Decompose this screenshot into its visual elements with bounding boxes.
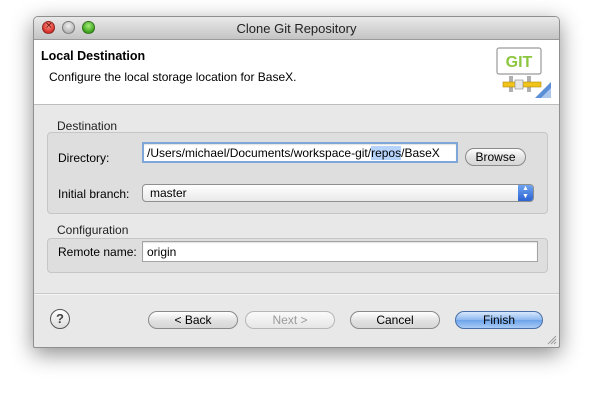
- directory-input[interactable]: /Users/michael/Documents/workspace-git/r…: [142, 142, 458, 163]
- back-button[interactable]: < Back: [148, 311, 238, 329]
- initial-branch-label: Initial branch:: [58, 187, 130, 201]
- clone-git-repository-dialog: × Clone Git Repository Local Destination…: [33, 16, 560, 348]
- directory-label: Directory:: [58, 151, 110, 165]
- git-badge-text: GIT: [506, 54, 533, 71]
- git-wizard-banner-icon: GIT: [496, 47, 551, 98]
- cancel-button[interactable]: Cancel: [350, 311, 440, 329]
- configuration-group-label: Configuration: [57, 223, 129, 237]
- directory-text-selection: repos: [371, 146, 402, 160]
- resize-grip-icon[interactable]: [547, 335, 557, 345]
- window-title: Clone Git Repository: [236, 21, 357, 36]
- destination-group-label: Destination: [57, 119, 118, 133]
- wizard-header: Local Destination Configure the local st…: [34, 40, 559, 105]
- remote-name-input[interactable]: origin: [142, 241, 538, 262]
- title-bar[interactable]: × Clone Git Repository: [34, 17, 559, 40]
- remote-name-label: Remote name:: [58, 245, 137, 259]
- directory-text-before: /Users/michael/Documents/workspace-git/: [147, 146, 372, 160]
- help-button[interactable]: ?: [50, 309, 70, 329]
- help-icon: ?: [56, 311, 64, 326]
- initial-branch-select[interactable]: master ▲ ▼: [142, 184, 534, 202]
- footer-divider: [34, 293, 559, 295]
- browse-button[interactable]: Browse: [465, 148, 526, 166]
- initial-branch-value: master: [150, 186, 187, 200]
- select-arrows-icon: ▲ ▼: [518, 185, 533, 201]
- directory-text-after: /BaseX: [401, 146, 440, 160]
- page-description: Configure the local storage location for…: [49, 70, 297, 84]
- next-button[interactable]: Next >: [245, 311, 335, 329]
- finish-button[interactable]: Finish: [455, 311, 543, 329]
- page-title: Local Destination: [41, 49, 146, 63]
